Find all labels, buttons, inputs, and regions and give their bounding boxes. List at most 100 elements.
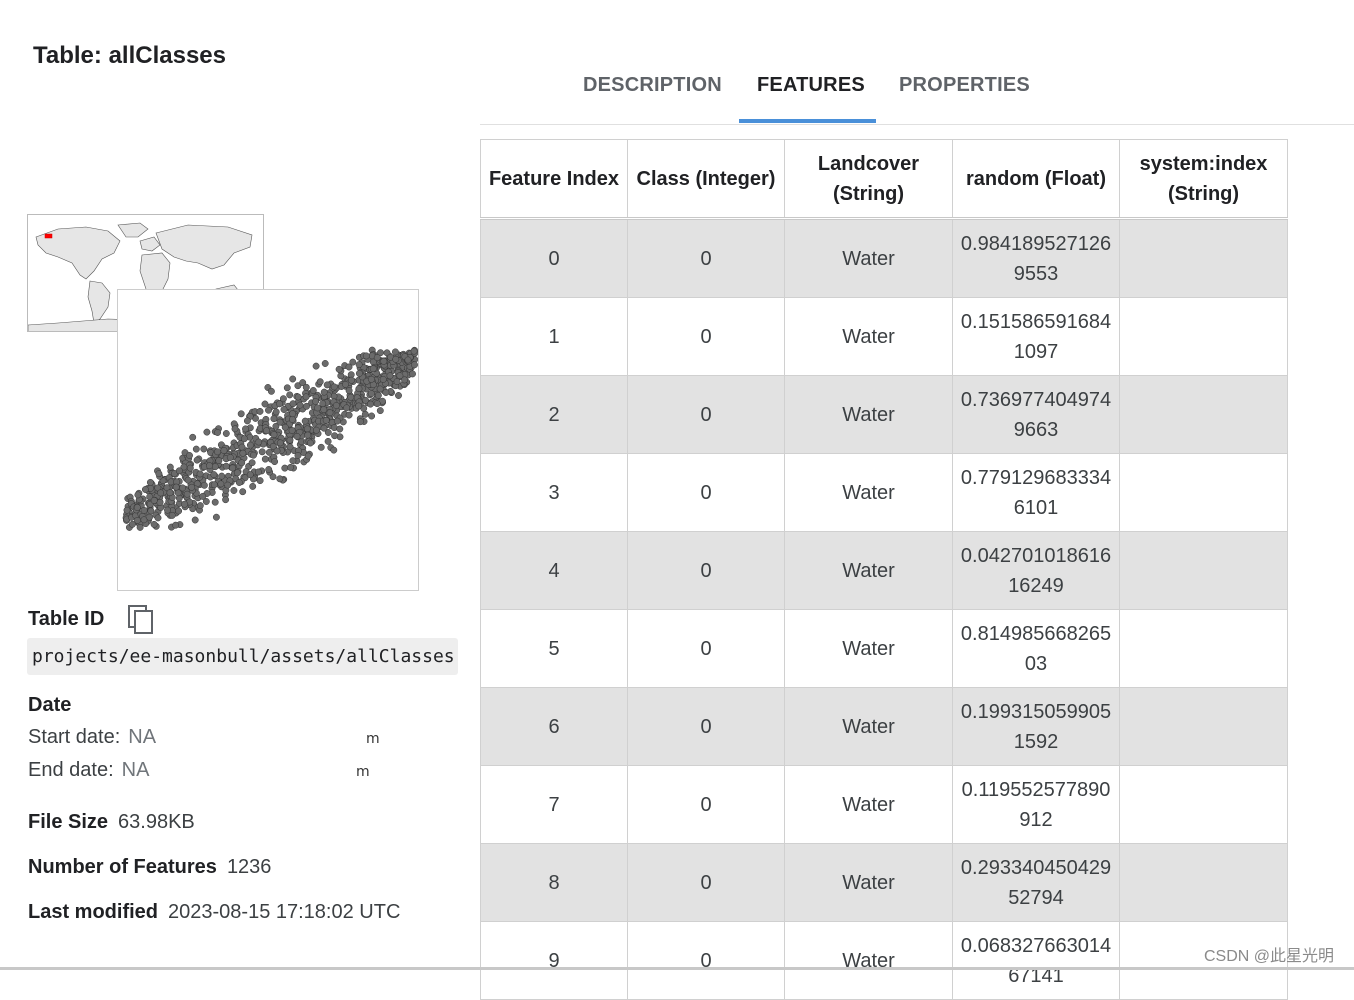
start-date-label: Start date: xyxy=(28,726,121,748)
feature-point xyxy=(322,416,330,424)
table-row[interactable]: 5 0 Water 0.81498566826503 xyxy=(480,609,1288,688)
end-date-label: End date: xyxy=(28,759,114,781)
feature-point xyxy=(150,497,158,504)
table-cell: 0.119552577890912 xyxy=(952,765,1120,844)
feature-point xyxy=(289,457,297,465)
table-row[interactable]: 1 0 Water 0.1515865916841097 xyxy=(480,297,1288,376)
feature-point xyxy=(332,402,340,409)
feature-point xyxy=(189,433,197,441)
table-row[interactable]: 4 0 Water 0.04270101861616249 xyxy=(480,531,1288,610)
end-date-row: End date: NA xyxy=(28,759,149,782)
table-cell: 0 xyxy=(627,375,785,454)
feature-point xyxy=(289,375,297,383)
copy-icon[interactable] xyxy=(127,605,155,635)
feature-point xyxy=(210,481,218,489)
last-modified-value: 2023-08-15 17:18:02 UTC xyxy=(168,901,401,923)
table-row[interactable]: 8 0 Water 0.29334045042952794 xyxy=(480,843,1288,922)
feature-point xyxy=(323,381,331,389)
feature-point xyxy=(200,445,208,453)
table-cell xyxy=(1119,765,1288,844)
feature-point xyxy=(401,376,409,384)
feature-point xyxy=(306,439,314,447)
feature-point xyxy=(166,489,174,497)
feature-point xyxy=(367,400,374,408)
feature-point xyxy=(214,448,221,456)
feature-point xyxy=(141,486,149,493)
feature-point xyxy=(214,429,222,436)
feature-point xyxy=(320,424,328,432)
feature-point xyxy=(191,516,199,524)
table-cell: 2 xyxy=(480,375,628,454)
feature-point xyxy=(302,383,310,391)
feature-point xyxy=(386,372,394,380)
tab-description[interactable]: DESCRIPTION xyxy=(583,74,722,97)
column-header[interactable]: Feature Index xyxy=(480,139,628,220)
feature-point xyxy=(345,387,353,395)
table-header-row: Feature Index Class (Integer) Landcover … xyxy=(480,139,1288,220)
table-cell: 6 xyxy=(480,687,628,766)
feature-point xyxy=(276,439,284,447)
feature-point xyxy=(303,402,310,410)
table-row[interactable]: 6 0 Water 0.1993150599051592 xyxy=(480,687,1288,766)
feature-point xyxy=(293,432,301,440)
table-cell: Water xyxy=(784,921,953,1000)
table-row[interactable]: 9 0 Water 0.06832766301467141 xyxy=(480,921,1288,1000)
start-date-picker-icon[interactable]: m xyxy=(366,731,380,747)
feature-point xyxy=(203,428,211,436)
file-size-label: File Size xyxy=(28,811,109,833)
feature-point xyxy=(265,448,273,456)
file-size-value: 63.98KB xyxy=(118,811,195,833)
column-header[interactable]: Landcover (String) xyxy=(784,139,953,220)
table-cell: Water xyxy=(784,375,953,454)
feature-point xyxy=(261,400,269,408)
table-cell: 0.7369774049749663 xyxy=(952,375,1120,454)
table-row[interactable]: 7 0 Water 0.119552577890912 xyxy=(480,765,1288,844)
feature-point xyxy=(289,400,297,408)
table-cell: Water xyxy=(784,609,953,688)
feature-point xyxy=(150,520,158,528)
tab-features[interactable]: FEATURES xyxy=(757,74,865,97)
table-cell: 3 xyxy=(480,453,628,532)
feature-point xyxy=(249,482,257,490)
start-date-row: Start date: NA xyxy=(28,726,156,749)
table-id-value[interactable]: projects/ee-masonbull/assets/allClasses xyxy=(27,638,458,675)
feature-point xyxy=(317,443,325,451)
feature-point xyxy=(287,463,294,471)
feature-point xyxy=(246,441,254,449)
column-header[interactable]: Class (Integer) xyxy=(627,139,785,220)
feature-point xyxy=(250,451,257,459)
table-row[interactable]: 3 0 Water 0.7791296833346101 xyxy=(480,453,1288,532)
feature-point xyxy=(276,418,284,426)
table-cell: 0.1993150599051592 xyxy=(952,687,1120,766)
feature-point xyxy=(355,361,363,369)
feature-point xyxy=(206,462,213,470)
feature-point xyxy=(248,459,256,467)
feature-point xyxy=(230,487,238,494)
column-header[interactable]: random (Float) xyxy=(952,139,1120,220)
feature-point xyxy=(379,375,387,383)
table-cell: 0.29334045042952794 xyxy=(952,843,1120,922)
feature-point xyxy=(367,375,375,383)
feature-point xyxy=(314,404,322,412)
feature-point xyxy=(157,489,165,497)
feature-point xyxy=(320,406,328,414)
feature-point xyxy=(281,464,289,472)
tab-properties[interactable]: PROPERTIES xyxy=(899,74,1030,97)
table-cell: 0.7791296833346101 xyxy=(952,453,1120,532)
table-row[interactable]: 2 0 Water 0.7369774049749663 xyxy=(480,375,1288,454)
feature-point xyxy=(172,483,180,491)
column-header[interactable]: system:index (String) xyxy=(1119,139,1288,220)
table-row[interactable]: 0 0 Water 0.9841895271269553 xyxy=(480,218,1288,298)
feature-point xyxy=(373,354,381,362)
end-date-picker-icon[interactable]: m xyxy=(356,764,370,780)
feature-point xyxy=(330,446,338,454)
feature-point xyxy=(286,391,294,399)
feature-point xyxy=(167,478,175,486)
feature-point xyxy=(280,406,288,413)
feature-point xyxy=(361,410,369,418)
feature-point xyxy=(343,404,351,412)
feature-count-value: 1236 xyxy=(226,856,272,878)
feature-point xyxy=(229,464,237,472)
table-cell: 8 xyxy=(480,843,628,922)
feature-point xyxy=(265,406,272,414)
